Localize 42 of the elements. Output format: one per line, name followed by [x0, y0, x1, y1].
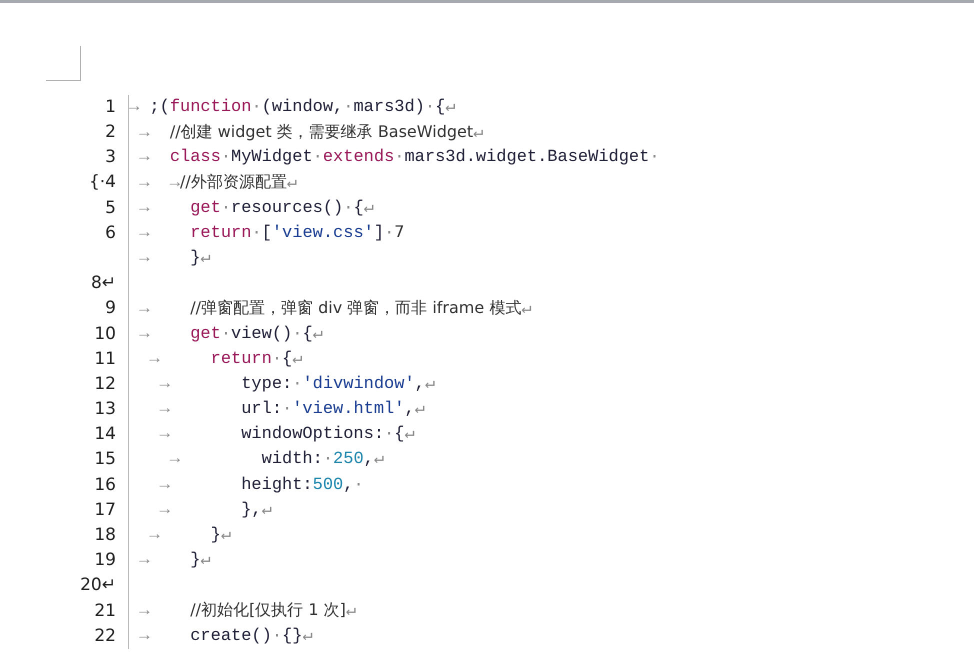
code-line: → get·view()·{↵: [138, 324, 323, 346]
code-line: → →//外部资源配置↵: [138, 170, 298, 195]
line-number: 6: [105, 222, 116, 243]
line-number: 17: [94, 500, 116, 520]
line-number: 12: [94, 374, 116, 394]
code-line: → windowOptions:·{↵: [158, 424, 415, 446]
code-line: → }↵: [148, 525, 232, 548]
code-line: → }↵: [138, 550, 211, 572]
code-line: → },↵: [158, 500, 272, 522]
code-line: → ;(function·(window,·mars3d)·{↵: [129, 96, 456, 119]
code-line: → width:·250,↵: [168, 449, 384, 472]
line-number: 18: [94, 525, 116, 546]
line-number: 8↵: [90, 273, 116, 294]
code-line: → //弹窗配置，弹窗 div 弹窗，而非 iframe 模式↵: [138, 296, 532, 321]
line-number: 3: [105, 147, 116, 168]
line-number: 16: [94, 474, 116, 495]
line-number: 1: [105, 96, 116, 117]
code-line: → //创建 widget 类，需要继承 BaseWidget↵: [138, 120, 484, 145]
code-line: → type:·'divwindow',↵: [158, 374, 436, 396]
line-number: 21: [94, 600, 116, 621]
line-number: 5: [105, 198, 116, 218]
code-line: → return·{↵: [148, 348, 302, 371]
line-number: 2: [105, 122, 116, 142]
line-number: 13: [94, 399, 116, 420]
line-number: 22: [94, 626, 116, 646]
line-number: {·4: [88, 172, 116, 192]
line-number: 11: [94, 348, 116, 369]
line-number: 9: [105, 298, 116, 318]
line-number: 20↵: [80, 575, 116, 596]
code-line: → create()·{}↵: [138, 626, 313, 648]
page-corner-mark: [46, 46, 81, 81]
code-line: → url:·'view.html',↵: [158, 399, 425, 422]
code-line: → class·MyWidget·extends·mars3d.widget.BaseWidget·: [138, 147, 660, 170]
code-line: → return·['view.css']·7: [138, 221, 404, 246]
code-line: → //初始化[仅执行 1 次]↵: [138, 599, 356, 624]
line-number: 19: [94, 550, 116, 570]
code-line: → get·resources()·{↵: [138, 198, 374, 220]
code-line: → }↵: [138, 248, 211, 270]
line-number: 15: [94, 449, 116, 470]
line-number: 14: [94, 424, 116, 444]
code-line: → height:500,·: [158, 474, 364, 497]
line-number: 10: [94, 324, 116, 344]
